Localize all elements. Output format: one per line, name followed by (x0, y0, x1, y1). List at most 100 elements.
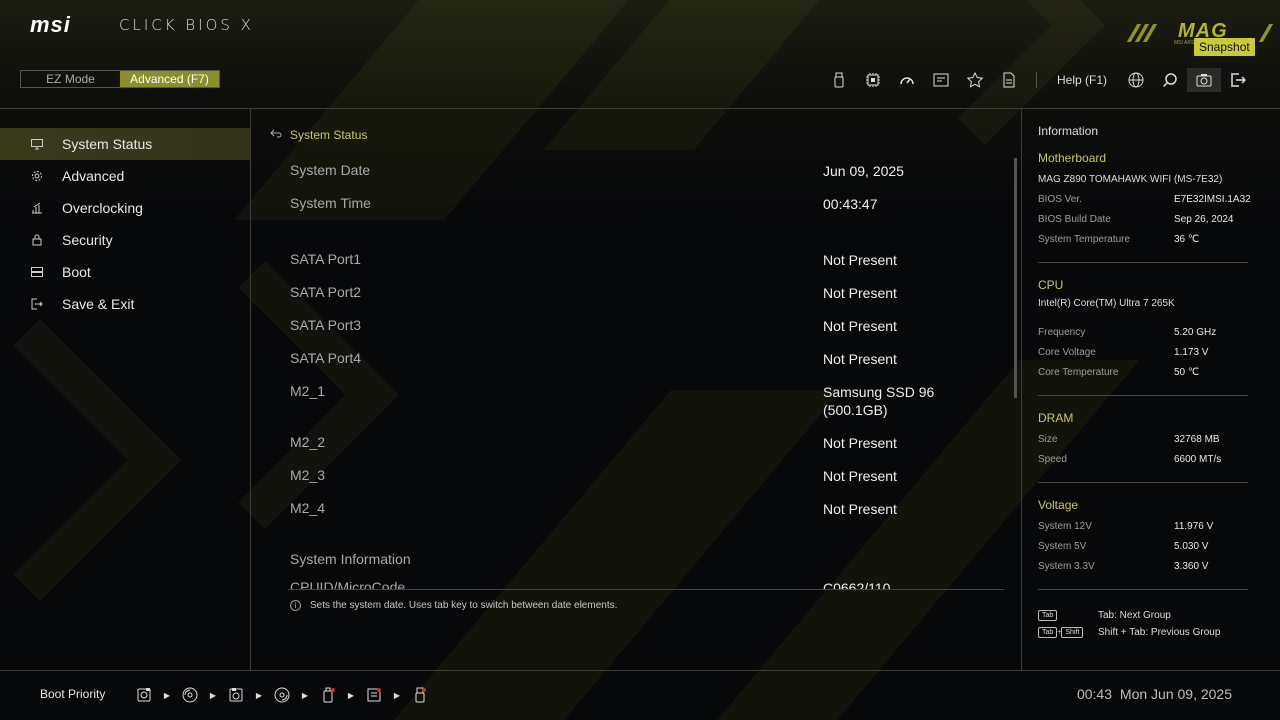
usb-key-icon[interactable] (318, 685, 338, 705)
ez-mode-tab[interactable]: EZ Mode (21, 71, 120, 87)
info-key: Size (1038, 434, 1058, 445)
usb-cd-icon[interactable] (226, 685, 246, 705)
info-value: 11.976 V (1174, 521, 1214, 532)
sidebar-item-label: Save & Exit (62, 296, 135, 312)
setting-label: M2_3 (290, 467, 326, 483)
key-hint-text: Shift + Tab: Previous Group (1098, 627, 1221, 638)
boot-arrow-icon: ▶ (209, 690, 217, 700)
boot-arrow-icon: ▶ (393, 690, 401, 700)
info-key: System Temperature (1038, 234, 1131, 245)
monitor-icon (30, 137, 44, 151)
usb-icon[interactable] (410, 685, 430, 705)
setting-value: Not Present (823, 318, 897, 334)
sidebar-item-label: Advanced (62, 168, 125, 184)
sidebar-item-label: Overclocking (62, 200, 143, 216)
boot-arrow-icon: ▶ (301, 690, 309, 700)
system-date-field[interactable]: Jun 09, 2025 (823, 162, 993, 180)
key-hint-tab: Tab Tab: Next Group (1038, 609, 1171, 621)
system-time-field[interactable]: 00:43:47 (823, 195, 993, 213)
setting-value: Not Present (823, 468, 897, 484)
setting-label: System Time (290, 195, 371, 211)
boot-priority-label: Boot Priority (40, 687, 106, 701)
info-key: Speed (1038, 454, 1067, 465)
sidebar: System Status Advanced Overclocking Secu… (0, 128, 250, 320)
tab-keycap: Tab (1038, 610, 1058, 621)
sidebar-item-overclocking[interactable]: Overclocking (0, 192, 250, 224)
network-icon[interactable] (364, 685, 384, 705)
sidebar-item-advanced[interactable]: Advanced (0, 160, 250, 192)
setting-label: M2_4 (290, 500, 326, 516)
sidebar-item-system-status[interactable]: System Status (0, 128, 250, 160)
info-key: System 5V (1038, 541, 1087, 552)
cpu-icon[interactable] (856, 68, 890, 92)
boot-priority-list: ▶ ▶ ▶ ▶ ▶ ▶ (134, 685, 430, 705)
motherboard-heading: Motherboard (1038, 151, 1107, 165)
lock-icon (30, 233, 44, 247)
info-value: 5.20 GHz (1174, 327, 1217, 338)
info-title: Information (1038, 124, 1099, 138)
footer: Boot Priority ▶ ▶ ▶ ▶ ▶ ▶ 00:43 Mon Jun (0, 670, 1280, 720)
setting-value: Not Present (823, 252, 897, 268)
optical-disc-icon[interactable] (180, 685, 200, 705)
info-value: 32768 MB (1174, 434, 1220, 445)
info-key: BIOS Ver. (1038, 194, 1082, 205)
info-value: 50 ℃ (1174, 367, 1200, 378)
info-value: 6600 MT/s (1174, 454, 1222, 465)
breadcrumb[interactable]: System Status (270, 128, 367, 142)
info-value: 3.360 V (1174, 561, 1209, 572)
sidebar-item-security[interactable]: Security (0, 224, 250, 256)
clock: 00:43 Mon Jun 09, 2025 (1077, 686, 1236, 702)
info-key: System 3.3V (1038, 561, 1095, 572)
snapshot-camera-icon[interactable] (1187, 68, 1222, 92)
exit-icon[interactable] (1221, 68, 1255, 92)
msi-logo: msi (30, 12, 71, 37)
overclock-icon (30, 201, 44, 215)
info-divider (1021, 108, 1022, 670)
setting-label: SATA Port4 (290, 350, 362, 366)
clock-time: 00:43 (1076, 686, 1113, 702)
info-value: 5.030 V (1174, 541, 1209, 552)
main-panel: System Status System Date Jun 09, 2025 S… (252, 124, 1020, 590)
hint-text: Sets the system date. Uses tab key to sw… (310, 600, 618, 611)
info-value: E7E32IMSI.1A32 (1174, 194, 1251, 205)
sidebar-item-save-exit[interactable]: Save & Exit (0, 288, 250, 320)
setting-value: Not Present (823, 501, 897, 517)
setting-value: Not Present (823, 435, 897, 451)
back-arrow-icon[interactable] (270, 128, 282, 142)
info-separator (1038, 395, 1248, 396)
info-key: BIOS Build Date (1038, 214, 1111, 225)
setting-label: SATA Port1 (290, 251, 362, 267)
sidebar-item-boot[interactable]: Boot (0, 256, 250, 288)
main-scrollbar[interactable] (1014, 158, 1017, 398)
snapshot-tooltip: Snapshot (1194, 38, 1255, 56)
help-button[interactable]: Help (F1) (1047, 73, 1119, 87)
gauge-icon[interactable] (890, 68, 924, 92)
favorites-star-icon[interactable] (958, 68, 992, 92)
info-key: System 12V (1038, 521, 1092, 532)
search-icon[interactable] (1153, 68, 1187, 92)
usb-drive-icon[interactable] (134, 685, 154, 705)
boot-arrow-icon: ▶ (163, 690, 171, 700)
key-hint-shift-tab: Tab + Shift Shift + Tab: Previous Group (1038, 626, 1220, 638)
header-divider (0, 108, 1280, 109)
info-key: Core Temperature (1038, 367, 1119, 378)
language-globe-icon[interactable] (1119, 68, 1153, 92)
setting-label: SATA Port2 (290, 284, 362, 300)
boot-arrow-icon: ▶ (347, 690, 355, 700)
info-value: 36 ℃ (1174, 234, 1200, 245)
cpu-model: Intel(R) Core(TM) Ultra 7 265K (1038, 298, 1175, 309)
setting-value: Samsung SSD 96 (500.1GB) (823, 384, 935, 418)
setting-label: SATA Port3 (290, 317, 362, 333)
advanced-mode-tab[interactable]: Advanced (F7) (120, 71, 219, 87)
mode-switch: EZ Mode Advanced (F7) (20, 70, 220, 88)
breadcrumb-label: System Status (290, 128, 368, 142)
sidebar-item-label: System Status (62, 136, 153, 152)
notes-icon[interactable] (992, 68, 1026, 92)
product-title: CLICK BIOS X (119, 16, 254, 34)
gear-icon (30, 169, 44, 183)
hint-divider (288, 589, 1004, 590)
optical-drive-icon[interactable] (272, 685, 292, 705)
board-explorer-icon[interactable] (924, 68, 958, 92)
usb-icon[interactable] (822, 68, 856, 92)
info-value: Sep 26, 2024 (1174, 214, 1234, 225)
